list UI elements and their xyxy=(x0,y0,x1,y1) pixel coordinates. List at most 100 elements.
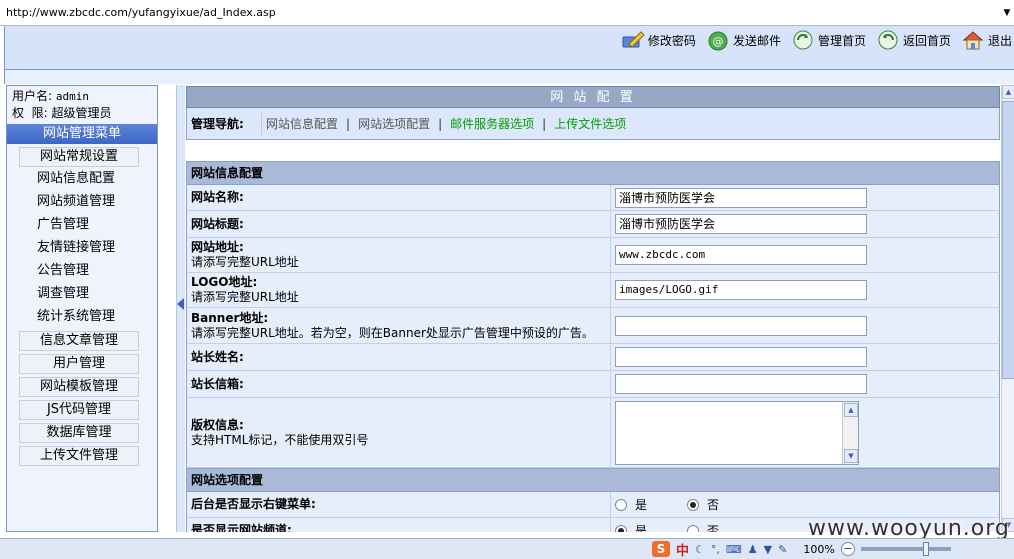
main-content: 网 站 配 置 管理导航: 网站信息配置 | 网站选项配置 | 邮件服务器选项 … xyxy=(186,85,1000,532)
back-home-label: 返回首页 xyxy=(902,33,951,48)
right-menu-yes-radio[interactable]: 是 xyxy=(615,496,647,513)
page-scrollbar[interactable]: ▲ ▼ xyxy=(1001,85,1014,532)
row-logo-url: LOGO地址: 请添写完整URL地址 images/LOGO.gif xyxy=(186,273,1000,308)
address-bar[interactable]: http://www.zbcdc.com/yufangyixue/ad_Inde… xyxy=(0,0,1014,26)
admin-home-button[interactable]: 管理首页 xyxy=(791,29,866,51)
radio-circle-selected[interactable] xyxy=(615,524,627,532)
back-icon xyxy=(876,29,900,51)
nav-separator: | xyxy=(542,116,547,131)
show-channel-yes-radio[interactable]: 是 xyxy=(615,522,647,532)
show-channel-no-label: 否 xyxy=(707,524,720,532)
site-url-hint: 请添写完整URL地址 xyxy=(191,255,299,269)
back-home-button[interactable]: 返回首页 xyxy=(876,29,951,51)
nav-separator: | xyxy=(438,116,443,131)
site-name-input[interactable]: 淄博市预防医学会 xyxy=(615,187,867,208)
scroll-up-icon[interactable]: ▲ xyxy=(1002,85,1014,99)
banner-url-input[interactable] xyxy=(615,315,867,336)
right-menu-no-label: 否 xyxy=(707,498,720,512)
scroll-up-icon[interactable]: ▲ xyxy=(844,402,858,417)
nav-link-site-options[interactable]: 网站选项配置 xyxy=(358,115,430,132)
role-row: 权 限: 超级管理员 xyxy=(12,105,152,122)
menu-group-database[interactable]: 数据库管理 xyxy=(19,423,139,443)
nav-link-site-info[interactable]: 网站信息配置 xyxy=(266,115,338,132)
send-mail-button[interactable]: @ 发送邮件 xyxy=(706,29,781,51)
sidebar-splitter[interactable] xyxy=(176,85,185,532)
ime-language-toggle[interactable]: 中 xyxy=(676,540,689,559)
section-site-info: 网站信息配置 xyxy=(186,161,1000,185)
send-mail-label: 发送邮件 xyxy=(732,33,781,48)
zoom-level[interactable]: 100% xyxy=(803,543,834,556)
ime-logo-icon[interactable]: S xyxy=(652,541,670,557)
admin-email-input[interactable] xyxy=(615,374,867,394)
admin-name-input[interactable] xyxy=(615,347,867,367)
menu-title[interactable]: 网站管理菜单 xyxy=(7,124,157,144)
section-site-options: 网站选项配置 xyxy=(186,468,1000,492)
person-icon[interactable]: ♟ xyxy=(748,543,758,556)
keyboard-icon[interactable]: ⌨ xyxy=(726,543,742,556)
logout-label: 退出 xyxy=(987,33,1012,48)
username-row: 用户名: admin xyxy=(12,88,152,105)
nav-link-mail-server[interactable]: 邮件服务器选项 xyxy=(450,115,534,132)
admin-email-label: 站长信箱: xyxy=(191,376,244,391)
menu-item-stats[interactable]: 统计系统管理 xyxy=(7,305,157,328)
role-value: 超级管理员 xyxy=(51,106,112,120)
menu-item-links[interactable]: 友情链接管理 xyxy=(7,236,157,259)
logo-url-input[interactable]: images/LOGO.gif xyxy=(615,280,867,300)
radio-circle[interactable] xyxy=(687,524,700,532)
menu-item-ads[interactable]: 广告管理 xyxy=(7,213,157,236)
moon-icon[interactable]: ☾ xyxy=(695,543,705,556)
site-url-label: 网站地址: xyxy=(191,240,244,254)
menu-item-channels[interactable]: 网站频道管理 xyxy=(7,190,157,213)
punctuation-icon[interactable]: °, xyxy=(711,543,720,556)
role-label: 权 限: xyxy=(12,106,48,120)
row-site-name: 网站名称: 淄博市预防医学会 xyxy=(186,185,1000,211)
menu-group-js-code[interactable]: JS代码管理 xyxy=(19,400,139,420)
menu-group-articles[interactable]: 信息文章管理 xyxy=(19,331,139,351)
row-site-title: 网站标题: 淄博市预防医学会 xyxy=(186,211,1000,238)
menu-group-users[interactable]: 用户管理 xyxy=(19,354,139,374)
zoom-out-icon[interactable]: − xyxy=(840,542,855,556)
show-channel-no-radio[interactable]: 否 xyxy=(687,522,719,532)
zoom-slider-knob[interactable] xyxy=(922,542,929,556)
scroll-down-icon[interactable]: ▼ xyxy=(844,448,858,463)
menu-item-notices[interactable]: 公告管理 xyxy=(7,259,157,282)
settings-form: 网站信息配置 网站名称: 淄博市预防医学会 网站标题: 淄博市预防医学会 网站地… xyxy=(186,161,1000,532)
chevron-down-icon[interactable]: ▼ xyxy=(1000,8,1014,18)
show-channel-yes-label: 是 xyxy=(635,524,648,532)
logo-url-label: LOGO地址: xyxy=(191,275,258,289)
ime-toolbar[interactable]: S 中 ☾ °, ⌨ ♟ ▼ ✎ xyxy=(652,540,793,559)
username-value: admin xyxy=(55,90,89,103)
nav-link-upload-options[interactable]: 上传文件选项 xyxy=(554,115,626,132)
username-label: 用户名: xyxy=(12,89,53,103)
address-url[interactable]: http://www.zbcdc.com/yufangyixue/ad_Inde… xyxy=(0,6,1000,19)
zoom-slider[interactable] xyxy=(860,542,951,556)
collapse-arrow-icon[interactable] xyxy=(177,298,184,310)
menu-group-uploads[interactable]: 上传文件管理 xyxy=(19,446,139,466)
right-menu-no-radio[interactable]: 否 xyxy=(687,496,719,513)
row-site-url: 网站地址: 请添写完整URL地址 www.zbcdc.com xyxy=(186,238,1000,273)
scrollbar-thumb[interactable] xyxy=(1002,101,1014,379)
copyright-textarea[interactable]: ▲ ▼ xyxy=(615,400,859,465)
admin-navigation: 管理导航: 网站信息配置 | 网站选项配置 | 邮件服务器选项 | 上传文件选项 xyxy=(186,108,1000,140)
site-url-input[interactable]: www.zbcdc.com xyxy=(615,245,867,265)
radio-circle-selected[interactable] xyxy=(687,498,700,511)
sidebar: 用户名: admin 权 限: 超级管理员 网站管理菜单 网站常规设置 网站信息… xyxy=(6,85,158,532)
refresh-icon xyxy=(791,29,815,51)
logout-button[interactable]: 退出 xyxy=(961,29,1012,51)
menu-group-templates[interactable]: 网站模板管理 xyxy=(19,377,139,397)
radio-circle[interactable] xyxy=(615,498,627,511)
wrench-icon[interactable]: ✎ xyxy=(778,543,787,556)
banner-url-hint: 请添写完整URL地址。若为空，则在Banner处显示广告管理中预设的广告。 xyxy=(191,325,594,340)
menu-item-surveys[interactable]: 调查管理 xyxy=(7,282,157,305)
change-password-button[interactable]: 修改密码 xyxy=(621,29,696,51)
admin-toolbar: 修改密码 @ 发送邮件 管理首页 返回首页 退出 xyxy=(4,26,1014,70)
admin-name-label: 站长姓名: xyxy=(191,349,244,364)
shirt-icon[interactable]: ▼ xyxy=(764,543,772,556)
menu-item-site-info[interactable]: 网站信息配置 xyxy=(7,167,157,190)
change-password-label: 修改密码 xyxy=(647,33,696,48)
textarea-scrollbar[interactable]: ▲ ▼ xyxy=(842,401,858,464)
site-title-input[interactable]: 淄博市预防医学会 xyxy=(615,214,867,234)
row-admin-name: 站长姓名: xyxy=(186,344,1000,371)
menu-group-general-settings[interactable]: 网站常规设置 xyxy=(19,147,139,167)
toolbar-strip xyxy=(4,70,1014,84)
